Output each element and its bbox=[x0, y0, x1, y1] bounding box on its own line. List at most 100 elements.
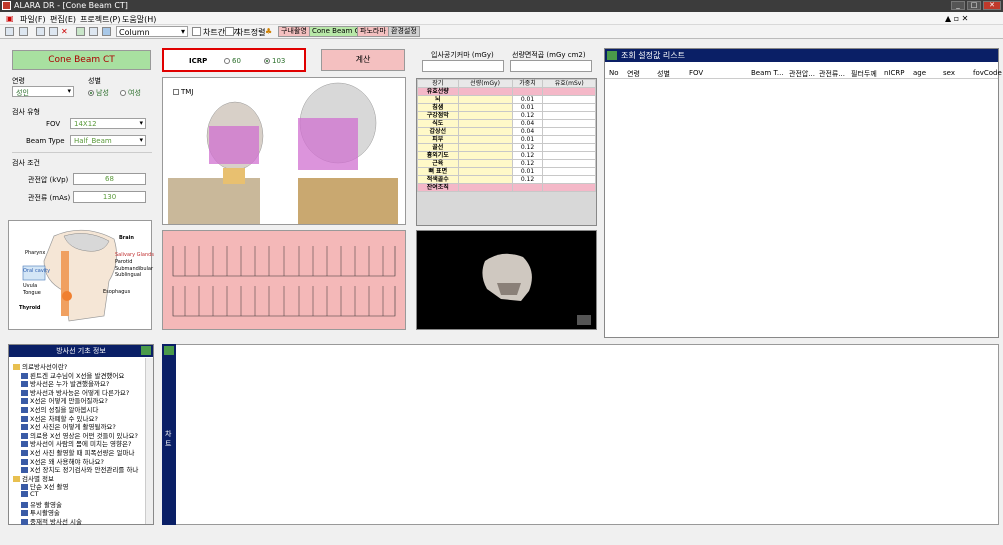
list-title: 조회 설정값 리스트 bbox=[605, 49, 998, 62]
organ-cell-effective bbox=[542, 159, 596, 168]
list-col-4[interactable]: Beam T... bbox=[751, 69, 784, 77]
new-icon[interactable] bbox=[5, 27, 14, 36]
organ-cell-dose bbox=[457, 151, 513, 160]
column-combo-value: Column bbox=[119, 28, 150, 37]
minimize-button[interactable]: _ bbox=[951, 1, 965, 10]
calculate-button[interactable]: 계산 bbox=[321, 49, 405, 71]
list-col-3[interactable]: FOV bbox=[689, 69, 703, 77]
copy-icon[interactable] bbox=[36, 27, 45, 36]
tag-panorama[interactable]: 파노라마 bbox=[357, 26, 389, 37]
menu-help[interactable]: 도움말(H) bbox=[122, 14, 156, 25]
teeth-diagram bbox=[172, 246, 396, 317]
organ-row[interactable]: 뼈 표면 0.01 bbox=[417, 167, 596, 176]
mas-field[interactable]: 130 bbox=[73, 191, 146, 203]
organ-row[interactable]: 잔여조직 bbox=[417, 183, 596, 192]
icrp-103-radio[interactable]: 103 bbox=[264, 57, 285, 65]
kvp-field[interactable]: 68 bbox=[73, 173, 146, 185]
anat-brain: Brain bbox=[119, 235, 134, 241]
organ-row[interactable]: 유효선량 bbox=[417, 87, 596, 96]
tmj-checkbox[interactable]: TMJ bbox=[173, 88, 193, 96]
organ-cell-weight: 0.12 bbox=[511, 151, 544, 160]
male-radio[interactable]: 남성 bbox=[88, 88, 109, 98]
fov-combo[interactable]: 14X12 ▾ bbox=[70, 118, 146, 129]
list-col-11[interactable]: fovCode bbox=[973, 69, 1002, 77]
tree-item[interactable]: 중재적 방사선 시술 bbox=[21, 516, 82, 526]
dap-field[interactable] bbox=[510, 60, 592, 72]
folder-icon bbox=[13, 364, 20, 370]
organ-cell-dose bbox=[457, 95, 513, 104]
dental-chart[interactable] bbox=[162, 230, 406, 330]
organ-row[interactable]: 구강점막 0.12 bbox=[417, 111, 596, 120]
print-icon[interactable] bbox=[89, 27, 98, 36]
exam-type-title: 검사 유형 bbox=[12, 108, 40, 116]
ct-3d-render[interactable] bbox=[416, 230, 597, 330]
organ-cell-dose bbox=[457, 143, 513, 152]
tree-title-text: 방사선 기초 정보 bbox=[56, 347, 106, 355]
list-col-0[interactable]: No bbox=[609, 69, 619, 77]
tag-settings[interactable]: 환경설정 bbox=[388, 26, 420, 37]
beam-type-combo[interactable]: Half_Beam ▾ bbox=[70, 135, 146, 146]
menu-app-icon[interactable]: ▣ bbox=[6, 14, 14, 23]
anat-pharynx: Pharynx bbox=[25, 250, 46, 256]
organ-row[interactable]: 뇌 0.01 bbox=[417, 95, 596, 104]
organ-row[interactable]: 근육 0.12 bbox=[417, 159, 596, 168]
tree-scrollbar[interactable] bbox=[145, 358, 153, 524]
list-icon bbox=[607, 51, 617, 60]
air-kerma-field[interactable] bbox=[422, 60, 504, 72]
female-radio[interactable]: 여성 bbox=[120, 88, 141, 98]
delete-icon[interactable]: ✕ bbox=[61, 27, 68, 36]
mdi-window-controls[interactable]: ▲ ▫ ✕ bbox=[945, 14, 968, 23]
organ-cell-effective bbox=[542, 175, 596, 184]
chevron-down-icon: ▾ bbox=[139, 119, 143, 127]
organ-cell-organ: 구강점막 bbox=[417, 111, 459, 120]
organ-cell-effective bbox=[542, 167, 596, 176]
menu-project[interactable]: 프로젝트(P) bbox=[80, 14, 121, 25]
tree-item[interactable]: CT bbox=[21, 490, 39, 498]
chart-sort-checkbox[interactable] bbox=[225, 27, 234, 36]
organ-row[interactable]: 식도 0.04 bbox=[417, 119, 596, 128]
chart-side-tab[interactable]: 차 트 bbox=[162, 344, 176, 525]
list-col-9[interactable]: age bbox=[913, 69, 926, 77]
organ-row[interactable]: 적색골수 0.12 bbox=[417, 175, 596, 184]
maximize-button[interactable]: □ bbox=[967, 1, 981, 10]
organ-cell-organ: 근육 bbox=[417, 159, 459, 168]
organ-row[interactable]: 침샘 0.01 bbox=[417, 103, 596, 112]
user-icon[interactable]: ♣ bbox=[265, 27, 272, 36]
organ-cell-weight: 0.12 bbox=[511, 175, 544, 184]
tree-item-label: 중재적 방사선 시술 bbox=[30, 517, 82, 526]
organ-row[interactable]: 골선 0.12 bbox=[417, 143, 596, 152]
organ-row[interactable]: 갑상선 0.04 bbox=[417, 127, 596, 136]
excel-icon[interactable] bbox=[76, 27, 85, 36]
list-col-10[interactable]: sex bbox=[943, 69, 955, 77]
organ-cell-weight: 0.12 bbox=[511, 111, 544, 120]
age-combo[interactable]: 성인 ▾ bbox=[12, 86, 74, 97]
list-col-8[interactable]: nICRP bbox=[884, 69, 904, 77]
chevron-down-icon: ▾ bbox=[180, 27, 185, 36]
open-icon[interactable] bbox=[19, 27, 28, 36]
chart-sort-label: 차트정렬 bbox=[236, 28, 266, 37]
organ-cell-organ: 골선 bbox=[417, 143, 459, 152]
organ-cell-weight: 0.12 bbox=[511, 159, 544, 168]
title-bar: ALARA DR - [Cone Beam CT] _ □ ✕ bbox=[0, 0, 1003, 12]
organ-cell-dose bbox=[457, 103, 513, 112]
column-combo[interactable]: Column ▾ bbox=[116, 26, 188, 37]
tree-expand-icon[interactable] bbox=[141, 346, 151, 355]
organ-row[interactable]: 피부 0.01 bbox=[417, 135, 596, 144]
anat-thyroid: Thyroid bbox=[19, 305, 41, 311]
save-icon[interactable] bbox=[49, 27, 58, 36]
icrp-60-radio[interactable]: 60 bbox=[224, 57, 241, 65]
organ-cell-dose bbox=[457, 167, 513, 176]
phantom-view: TMJ bbox=[162, 77, 406, 225]
organ-cell-dose bbox=[457, 111, 513, 120]
menu-file[interactable]: 파일(F) bbox=[20, 14, 46, 25]
chart-tab-icon bbox=[164, 346, 174, 355]
organ-cell-weight: 0.04 bbox=[511, 119, 544, 128]
tag-intraoral[interactable]: 구내촬영 bbox=[278, 26, 310, 37]
col-weight: 가중치 bbox=[511, 79, 544, 88]
icrp-label: ICRP bbox=[189, 57, 208, 65]
organ-row[interactable]: 흉외기도 0.12 bbox=[417, 151, 596, 160]
menu-edit[interactable]: 편집(E) bbox=[50, 14, 76, 25]
close-button[interactable]: ✕ bbox=[983, 1, 1001, 10]
monitor-icon[interactable] bbox=[102, 27, 111, 36]
chart-view-checkbox[interactable] bbox=[192, 27, 201, 36]
